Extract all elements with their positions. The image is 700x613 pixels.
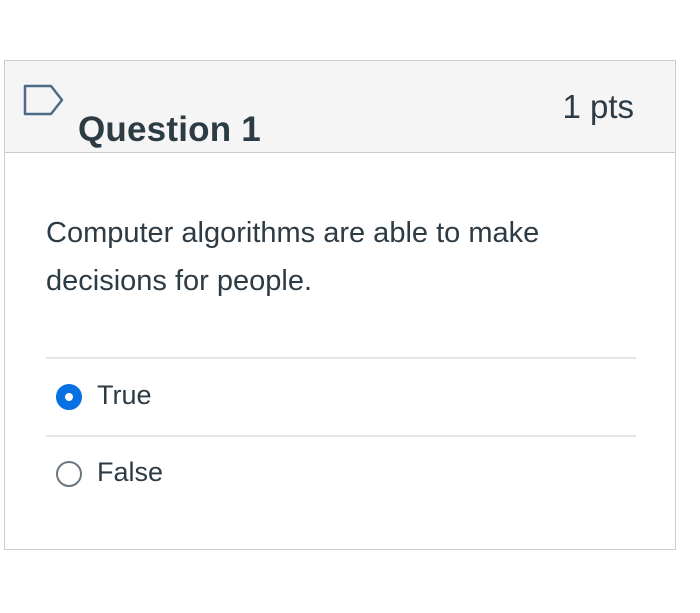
question-title: Question 1: [78, 110, 261, 150]
radio-unselected-icon[interactable]: [56, 461, 82, 487]
question-body: Computer algorithms are able to make dec…: [5, 153, 675, 487]
answer-option-true[interactable]: True: [46, 359, 636, 435]
answer-option-false[interactable]: False: [46, 435, 636, 511]
flag-icon[interactable]: [22, 83, 66, 117]
question-points: 1 pts: [562, 88, 634, 125]
question-header: Question 1 1 pts: [5, 61, 675, 153]
radio-selected-icon[interactable]: [56, 384, 82, 410]
quiz-page: Question 1 1 pts Computer algorithms are…: [0, 0, 700, 613]
question-card: Question 1 1 pts Computer algorithms are…: [4, 60, 676, 550]
answer-list: True False: [46, 357, 636, 511]
answer-label: True: [97, 380, 152, 410]
question-text: Computer algorithms are able to make dec…: [46, 217, 540, 297]
answer-label: False: [97, 457, 164, 487]
